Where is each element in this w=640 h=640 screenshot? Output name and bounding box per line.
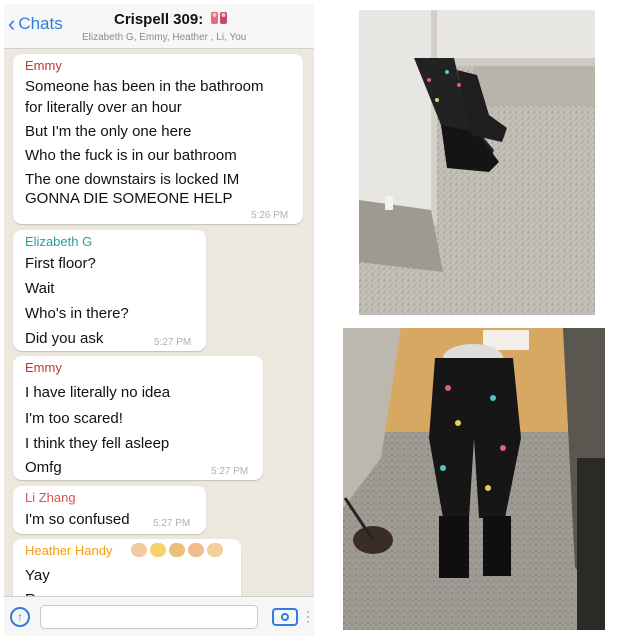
chat-screen: Emmy Someone has been in the bathroom fo… [4,4,314,636]
arrow-up-circle-icon[interactable]: ↑ [10,607,30,627]
message-bubble[interactable]: Emmy Someone has been in the bathroom fo… [13,54,303,224]
message-bubble[interactable]: Elizabeth G First floor? Wait Who's in t… [13,230,206,351]
message-sender: Emmy [25,360,62,375]
input-bar: ↑ · · · [4,596,314,636]
message-sender: Heather Handy [25,543,113,558]
message-line: I think they fell asleep [25,435,170,452]
pray-emoji-icon [150,543,166,557]
chevron-left-icon: ‹ [8,11,16,36]
message-time: 5:27 PM [211,466,249,477]
group-avatar-icon [210,11,228,25]
message-sender: Emmy [25,58,62,73]
message-line: Someone has been in the bathroom [25,78,264,95]
message-line: But I'm the only one here [25,123,192,140]
fist-bump-emoji-icon [188,543,204,557]
message-time: 5:27 PM [154,337,192,348]
message-line: for literally over an hour [25,99,182,116]
message-line: Omfg [25,459,62,476]
photo-stall-boots [359,10,595,315]
message-line: Who the fuck is in our bathroom [25,147,237,164]
message-line: Who's in there? [25,305,129,322]
message-sender: Li Zhang [25,490,76,505]
message-bubble[interactable]: Li Zhang I'm so confused 5:27 PM [13,486,206,534]
nav-bar: ‹ Chats Crispell 309: Elizabeth G, Emmy,… [4,4,314,49]
photo-leggings-floor [343,328,605,630]
chat-title[interactable]: Crispell 309: [114,11,228,28]
message-time: 5:27 PM [153,518,191,529]
back-button[interactable]: ‹ Chats [8,11,63,36]
message-line: I'm too scared! [25,410,123,427]
message-line: The one downstairs is locked IM [25,171,240,188]
chat-participants: Elizabeth G, Emmy, Heather , Li, You [82,32,247,43]
message-line: GONNA DIE SOMEONE HELP [25,190,233,207]
more-icon[interactable]: · · · [306,605,310,627]
message-input[interactable] [40,605,258,629]
message-line: Did you ask [25,330,104,347]
message-line: First floor? [25,255,96,272]
raised-hands-emoji-icon [169,543,185,557]
message-bubble[interactable]: Emmy I have literally no idea I'm too sc… [13,356,263,480]
camera-icon[interactable] [272,608,298,626]
chat-title-text: Crispell 309: [114,11,204,28]
peace-emoji-icon [207,543,223,557]
message-line: I'm so confused [25,511,130,528]
message-time: 5:26 PM [251,210,289,221]
message-line: Yay [25,567,50,584]
message-line: Wait [25,280,55,297]
message-sender: Elizabeth G [25,234,93,249]
message-line: I have literally no idea [25,384,171,401]
emoji-row [131,543,223,557]
hand-emoji-icon [131,543,147,557]
back-label: Chats [18,14,63,33]
